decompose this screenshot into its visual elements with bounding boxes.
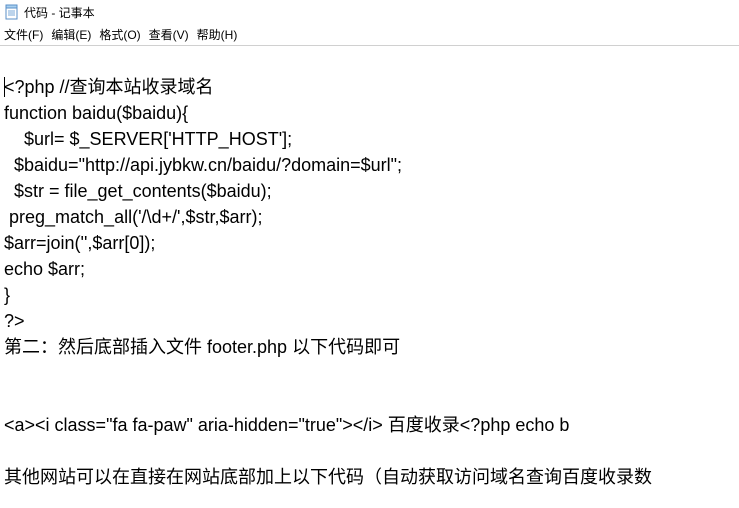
menu-bar: 文件(F) 编辑(E) 格式(O) 查看(V) 帮助(H): [0, 24, 739, 46]
editor-line: [4, 389, 9, 409]
editor-line: <?php //查询本站收录域名: [4, 77, 214, 97]
notepad-icon: [4, 4, 20, 20]
editor-line: $url= $_SERVER['HTTP_HOST'];: [4, 129, 292, 149]
editor-line: [4, 441, 9, 461]
editor-line: 第二：然后底部插入文件 footer.php 以下代码即可: [4, 337, 400, 357]
menu-view[interactable]: 查看(V): [149, 26, 189, 43]
menu-edit[interactable]: 编辑(E): [51, 26, 91, 43]
editor-line: <a><i class="fa fa-paw" aria-hidden="tru…: [4, 415, 569, 435]
editor-line: $baidu="http://api.jybkw.cn/baidu/?domai…: [4, 155, 402, 175]
editor-line: $arr=join('',$arr[0]);: [4, 233, 155, 253]
editor-line: ?>: [4, 311, 25, 331]
title-bar: 代码 - 记事本: [0, 0, 739, 24]
editor-line: 其他网站可以在直接在网站底部加上以下代码（自动获取访问域名查询百度收录数: [4, 467, 652, 487]
menu-help[interactable]: 帮助(H): [197, 26, 238, 43]
window-title: 代码 - 记事本: [24, 4, 95, 21]
text-editor[interactable]: <?php //查询本站收录域名 function baidu($baidu){…: [0, 46, 739, 492]
menu-format[interactable]: 格式(O): [99, 26, 140, 43]
editor-line: echo $arr;: [4, 259, 85, 279]
editor-line: function baidu($baidu){: [4, 103, 188, 123]
editor-line: [4, 363, 9, 383]
editor-line: $str = file_get_contents($baidu);: [4, 181, 272, 201]
menu-file[interactable]: 文件(F): [4, 26, 43, 43]
editor-line: }: [4, 285, 10, 305]
editor-line: preg_match_all('/\d+/',$str,$arr);: [4, 207, 263, 227]
